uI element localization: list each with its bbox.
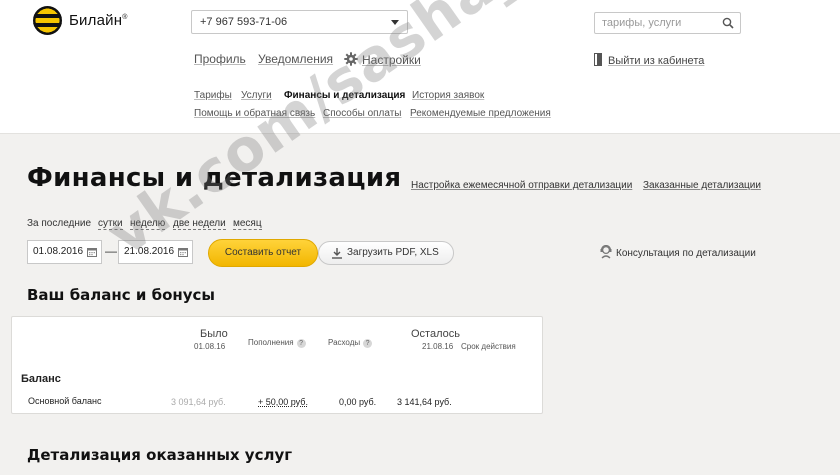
balance-card: Было 01.08.16 Пополнения? Расходы? Остал… (11, 316, 543, 414)
col-topups-label: Пополнения (248, 338, 294, 347)
date-range-separator: — (105, 244, 117, 258)
download-label: Загрузить PDF, XLS (347, 247, 439, 258)
period-month[interactable]: месяц (233, 218, 262, 230)
ordered-details-link[interactable]: Заказанные детализации (643, 180, 761, 191)
col-expenses: Расходы? (328, 338, 373, 348)
col-was-date: 01.08.16 (194, 342, 226, 351)
download-icon (332, 248, 342, 259)
beeline-logo-icon (33, 6, 62, 35)
main-balance-expenses: 0,00 руб. (339, 397, 377, 407)
expenses-help-icon[interactable]: ? (363, 339, 373, 348)
col-expenses-label: Расходы (328, 338, 361, 347)
phone-number-value: +7 967 593-71-06 (200, 16, 288, 28)
search-input[interactable]: тарифы, услуги (594, 12, 741, 34)
topups-help-icon[interactable]: ? (296, 339, 306, 348)
date-from-value: 01.08.2016 (33, 246, 84, 257)
calendar-icon[interactable] (178, 247, 188, 257)
date-from-input[interactable]: 01.08.2016 (27, 240, 102, 264)
subnav-tariffs[interactable]: Тарифы (194, 90, 232, 101)
main-balance-left: 3 141,64 руб. (397, 397, 452, 407)
main-balance-was: 3 091,64 руб. (171, 397, 226, 407)
details-consultation-link[interactable]: Консультация по детализации (600, 244, 756, 259)
main-balance-topups[interactable]: + 50,00 руб. (258, 397, 308, 407)
consultant-icon (600, 244, 612, 259)
beeline-logo[interactable]: Билайн® (33, 6, 128, 35)
subnav-recommended[interactable]: Рекомендуемые предложения (410, 108, 551, 119)
consultation-label: Консультация по детализации (616, 248, 756, 259)
logout-label: Выйти из кабинета (608, 55, 705, 67)
main-balance-label: Основной баланс (28, 396, 102, 406)
col-was: Было (200, 328, 228, 340)
col-topups: Пополнения? (248, 338, 306, 348)
col-left: Осталось (411, 328, 460, 340)
logo-text: Билайн (69, 12, 123, 29)
calendar-icon[interactable] (87, 247, 97, 257)
period-label: За последние (27, 218, 92, 229)
nav-profile[interactable]: Профиль (194, 52, 246, 66)
logout-icon (594, 53, 602, 66)
subnav-history[interactable]: История заявок (412, 90, 484, 101)
details-section-title: Детализация оказанных услуг (27, 446, 293, 464)
monthly-details-settings-link[interactable]: Настройка ежемесячной отправки детализац… (411, 180, 632, 191)
search-icon[interactable] (722, 17, 734, 29)
logout-link[interactable]: Выйти из кабинета (594, 53, 704, 67)
col-validity: Срок действия (461, 342, 516, 351)
col-left-date: 21.08.16 (422, 342, 454, 351)
generate-report-button[interactable]: Составить отчет (208, 239, 318, 267)
search-placeholder: тарифы, услуги (602, 17, 682, 29)
balance-group-label: Баланс (21, 373, 61, 385)
download-pdf-xls-button[interactable]: Загрузить PDF, XLS (318, 241, 454, 265)
logo-registered-mark: ® (122, 14, 128, 21)
balance-section-title: Ваш баланс и бонусы (27, 286, 215, 304)
